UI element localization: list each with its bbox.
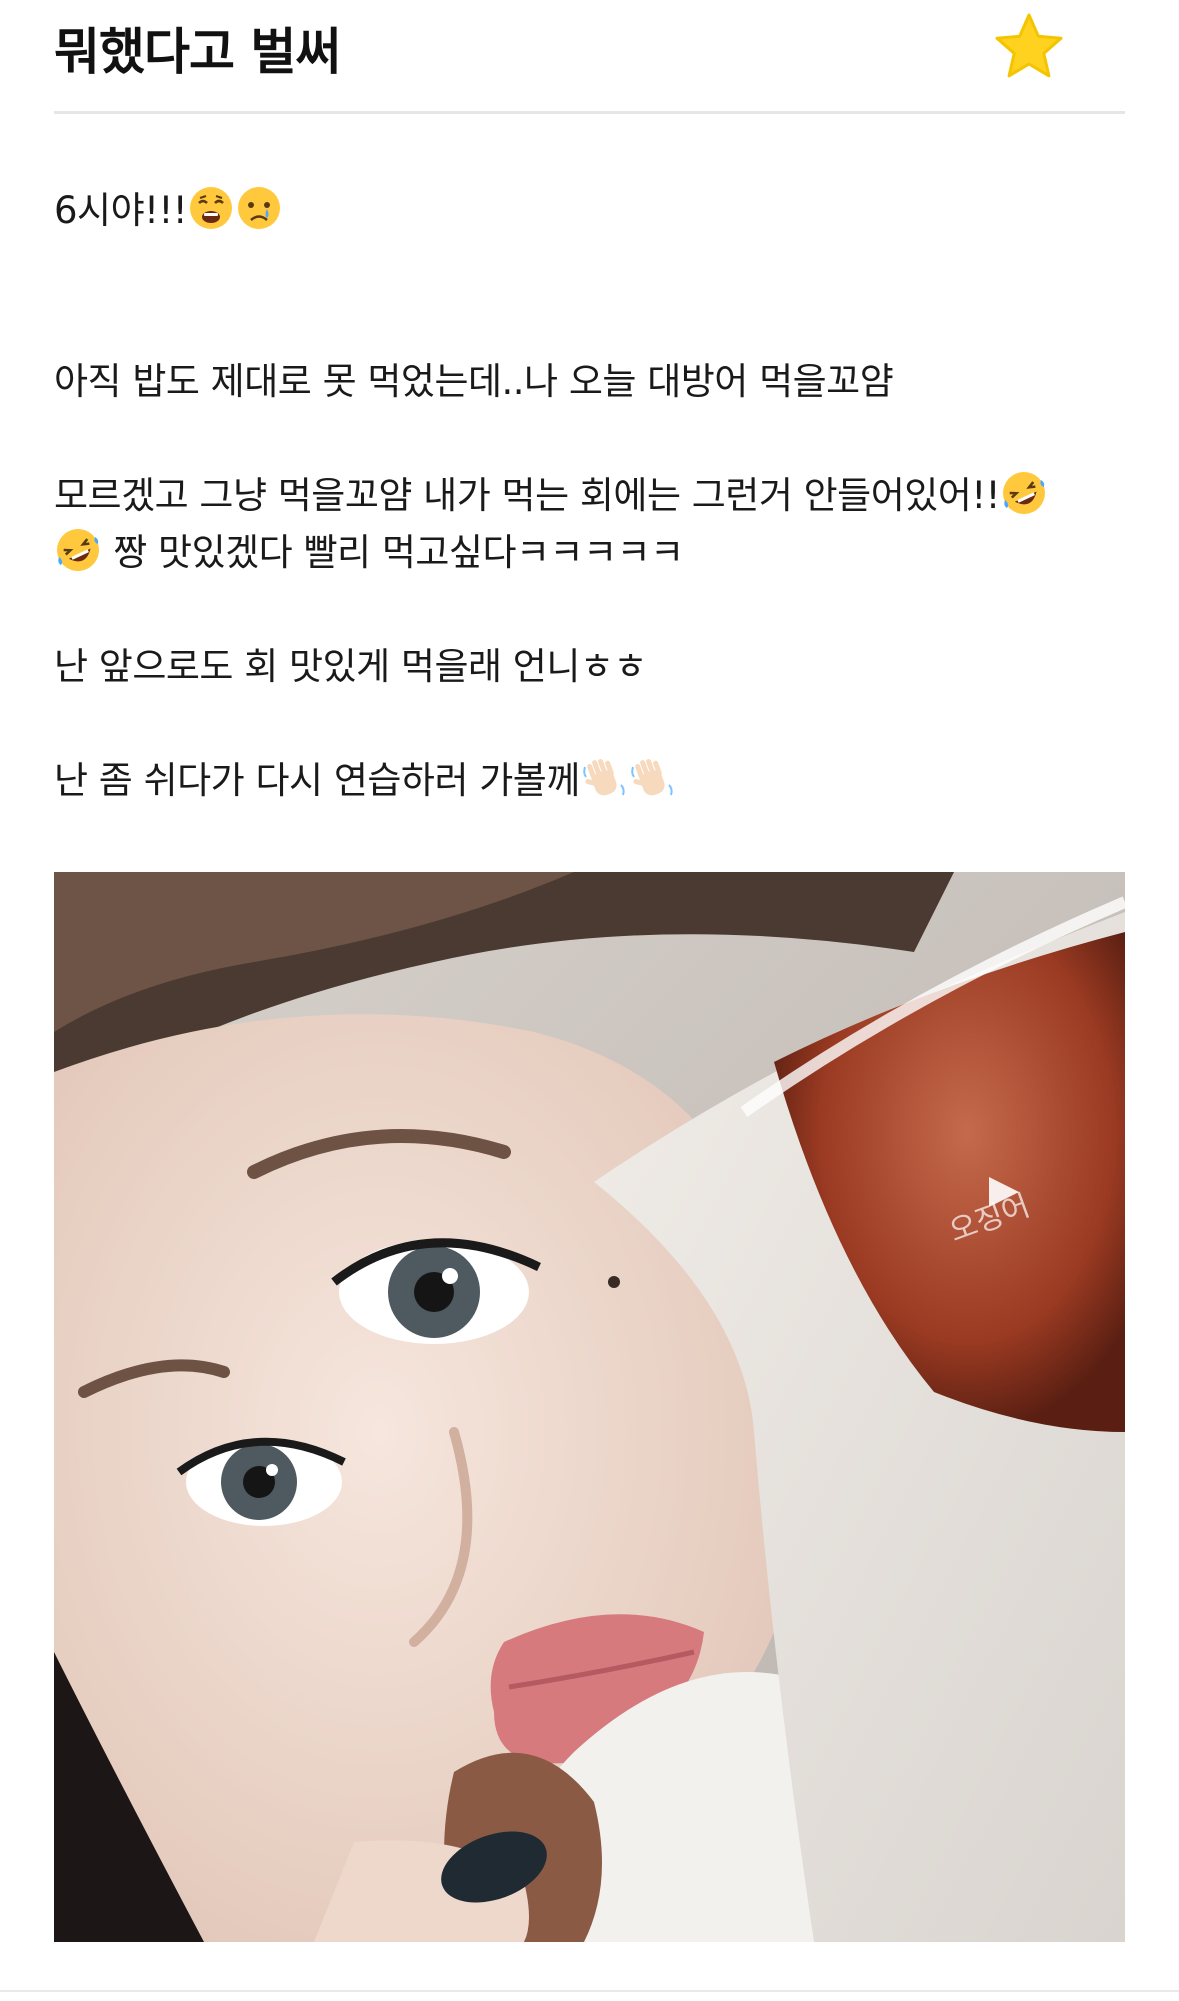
crying-face-icon [238, 187, 281, 229]
paragraph-5: 난 좀 쉬다가 다시 연습하러 가볼께 [54, 752, 1125, 809]
paragraph-3-text-b: 짱 맛있겠다 빨리 먹고싶다ㅋㅋㅋㅋㅋ [102, 531, 684, 574]
paragraph-2: 아직 밥도 제대로 못 먹었는데..나 오늘 대방어 먹을꼬얌 [54, 360, 894, 403]
waving-hand-icon [631, 758, 673, 796]
paragraph-3: 모르겠고 그냥 먹을꼬얌 내가 먹는 회에는 그런거 안들어있어!! [54, 467, 1125, 524]
photo-illustration: 오징어 [54, 872, 1125, 1942]
post-page: 뭐했다고 벌써 6시야!!! 아직 밥도 제대로 못 먹었는데..나 오늘 대방… [0, 0, 1179, 2001]
post-body: 6시야!!! 아직 밥도 제대로 못 먹었는데..나 오늘 대방어 먹을꼬얌 모… [54, 182, 1125, 809]
paragraph-4: 난 앞으로도 회 맛있게 먹을래 언니ㅎㅎ [54, 645, 647, 688]
paragraph-1-text: 6시야!!! [54, 189, 188, 232]
weary-face-icon [190, 187, 233, 229]
rolling-on-floor-laughing-icon [57, 529, 99, 571]
rolling-on-floor-laughing-icon [1003, 472, 1045, 514]
waving-hand-icon [583, 758, 625, 796]
bottom-divider [0, 1990, 1179, 1992]
selfie-photo[interactable]: 오징어 [54, 872, 1125, 1942]
favorite-button[interactable] [993, 12, 1065, 80]
paragraph-1: 6시야!!! [54, 182, 1125, 239]
paragraph-3-text-a: 모르겠고 그냥 먹을꼬얌 내가 먹는 회에는 그런거 안들어있어!! [54, 474, 1001, 517]
paragraph-5-text: 난 좀 쉬다가 다시 연습하러 가볼께 [54, 759, 580, 802]
star-icon [995, 13, 1063, 78]
post-header: 뭐했다고 벌써 [54, 0, 1125, 114]
paragraph-3-continued: 짱 맛있겠다 빨리 먹고싶다ㅋㅋㅋㅋㅋ [54, 524, 1125, 581]
post-title: 뭐했다고 벌써 [54, 23, 341, 81]
